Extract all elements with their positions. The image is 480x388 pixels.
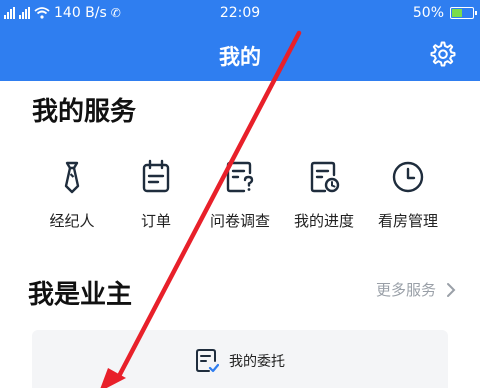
questionnaire-icon [226, 161, 254, 193]
status-bar: 140 B/s ✆ 22:09 50% [0, 0, 480, 27]
service-agent[interactable]: 经纪人 [30, 155, 114, 235]
service-order[interactable]: 订单 [114, 155, 198, 235]
service-label: 我的进度 [293, 212, 354, 230]
owner-title: 我是业主 [28, 280, 133, 310]
battery-icon [450, 7, 477, 19]
service-label: 经纪人 [49, 212, 95, 230]
battery-fill [452, 9, 462, 17]
more-services-link[interactable]: 更多服务 [376, 279, 456, 300]
chevron-right-icon [447, 282, 456, 297]
status-right: 50% [412, 5, 477, 21]
entrust-label: 我的委托 [229, 354, 285, 370]
clock-icon [392, 161, 424, 193]
gear-icon[interactable] [428, 40, 456, 68]
more-services-label: 更多服务 [375, 281, 436, 299]
battery-percent: 50% [412, 5, 444, 21]
service-label: 看房管理 [377, 212, 438, 230]
screen: 140 B/s ✆ 22:09 50% 我的 我的服务 经纪人 订单 问卷调查 … [0, 0, 480, 388]
service-questionnaire[interactable]: 问卷调查 [198, 155, 282, 235]
page-title: 我的 [219, 45, 261, 69]
entrust-icon [196, 349, 219, 373]
entrust-card[interactable]: 我的委托 [32, 330, 448, 388]
progress-icon [310, 161, 340, 193]
order-icon [142, 159, 170, 193]
entrust-card-content: 我的委托 [32, 348, 448, 374]
tie-icon [64, 161, 80, 194]
services-grid: 经纪人 订单 问卷调查 我的进度 看房管理 [30, 155, 450, 235]
service-progress[interactable]: 我的进度 [282, 155, 366, 235]
app-header: 我的 [0, 27, 480, 81]
status-time: 22:09 [219, 5, 261, 21]
service-label: 问卷调查 [209, 212, 270, 230]
service-label: 订单 [140, 212, 171, 230]
services-title: 我的服务 [32, 97, 137, 127]
service-viewing[interactable]: 看房管理 [366, 155, 450, 235]
